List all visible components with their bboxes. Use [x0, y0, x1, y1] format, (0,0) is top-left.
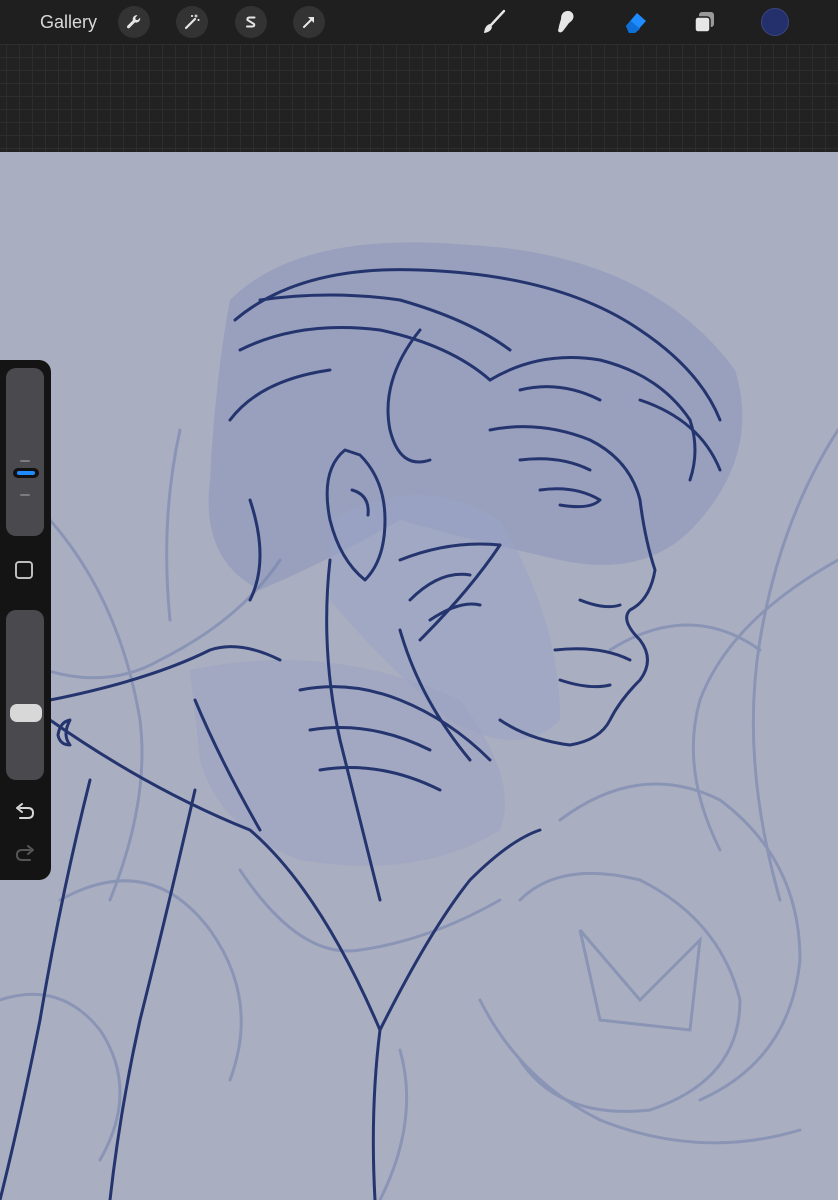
square-icon[interactable] [15, 561, 33, 579]
redo-icon[interactable] [12, 844, 38, 866]
top-toolbar: Gallery [0, 0, 838, 44]
arrow-cursor-icon[interactable] [293, 6, 325, 38]
magic-wand-icon[interactable] [176, 6, 208, 38]
gallery-button[interactable]: Gallery [40, 10, 97, 34]
opacity-handle[interactable] [10, 704, 42, 722]
brush-sidebar [0, 360, 51, 880]
brush-size-slider[interactable] [6, 368, 44, 536]
eraser-icon[interactable] [618, 5, 652, 39]
color-swatch-button[interactable] [761, 8, 789, 36]
undo-icon[interactable] [12, 802, 38, 824]
layers-icon[interactable] [688, 5, 722, 39]
slider-tick [20, 494, 30, 496]
brush-opacity-slider[interactable] [6, 610, 44, 780]
brush-icon[interactable] [477, 5, 511, 39]
wrench-icon[interactable] [118, 6, 150, 38]
selection-s-icon[interactable] [235, 6, 267, 38]
sketch-artwork [0, 242, 838, 1200]
slider-tick [20, 460, 30, 462]
brush-size-handle[interactable] [13, 468, 39, 478]
canvas-backdrop-grid [0, 44, 838, 152]
smudge-icon[interactable] [548, 5, 582, 39]
drawing-canvas[interactable] [0, 152, 838, 1200]
